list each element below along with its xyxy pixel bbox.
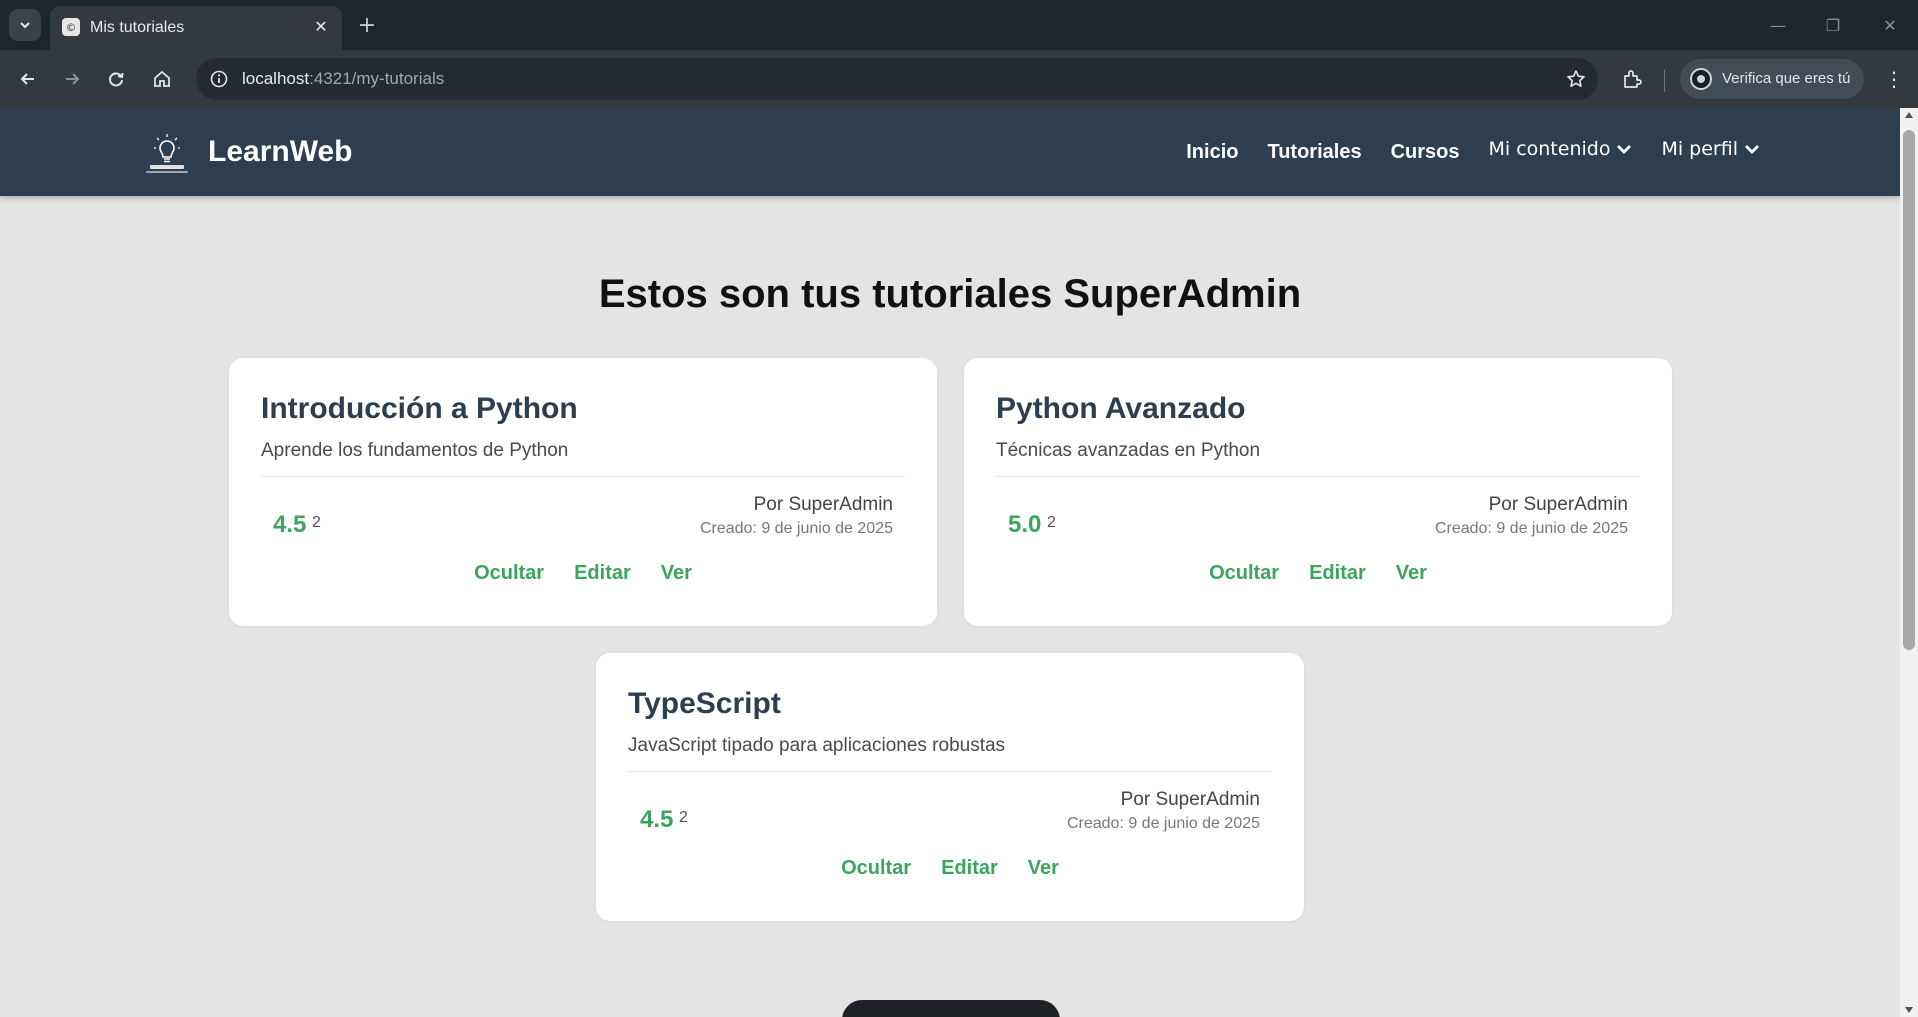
nav-tutoriales[interactable]: Tutoriales <box>1267 141 1361 164</box>
tutorial-title: Python Avanzado <box>996 392 1246 425</box>
tutorial-description: Técnicas avanzadas en Python <box>996 440 1261 461</box>
minimize-icon[interactable]: — <box>1758 8 1798 42</box>
tab-title: Mis tutoriales <box>90 19 185 36</box>
address-bar[interactable]: localhost:4321/my-tutorials <box>196 58 1598 100</box>
nav-cursos[interactable]: Cursos <box>1391 141 1460 164</box>
active-tab[interactable]: © Mis tutoriales ✕ <box>50 6 342 50</box>
page-scrollbar[interactable] <box>1900 108 1918 1017</box>
card-actions: Ocultar Editar Ver <box>229 562 937 585</box>
tutorial-card: Introducción a Python Aprende los fundam… <box>229 358 937 626</box>
nav-mi-perfil-dropdown[interactable]: Mi perfil <box>1661 138 1760 160</box>
tutorial-title: Introducción a Python <box>261 392 578 425</box>
hide-button[interactable]: Ocultar <box>1209 562 1279 585</box>
close-tab-icon[interactable]: ✕ <box>310 16 332 38</box>
page-title: Estos son tus tutoriales SuperAdmin <box>598 272 1302 316</box>
tutorial-author: Por SuperAdmin <box>753 494 893 515</box>
tutorial-author: Por SuperAdmin <box>1120 789 1260 810</box>
site-navbar: LearnWeb Inicio Tutoriales Cursos Mi con… <box>0 108 1900 196</box>
tutorial-created-date: Creado: 9 de junio de 2025 <box>1434 520 1628 537</box>
page-viewport: LearnWeb Inicio Tutoriales Cursos Mi con… <box>0 108 1900 1017</box>
scroll-up-arrow-icon[interactable] <box>1905 112 1913 118</box>
tab-search-chevron-icon[interactable] <box>9 9 41 41</box>
edit-button[interactable]: Editar <box>941 857 998 880</box>
extensions-icon[interactable] <box>1616 63 1648 95</box>
home-icon[interactable] <box>146 63 178 95</box>
browser-menu-icon[interactable]: ⋮ <box>1878 63 1910 95</box>
lightbulb-logo-icon <box>146 134 188 173</box>
chevron-down-icon <box>1617 145 1632 154</box>
tutorial-created-date: Creado: 9 de junio de 2025 <box>1066 815 1260 832</box>
tutorial-rating: 4.5 <box>273 511 307 538</box>
new-tab-icon[interactable]: + <box>352 10 382 40</box>
scroll-down-arrow-icon[interactable] <box>1905 1007 1913 1013</box>
url-text: localhost:4321/my-tutorials <box>242 69 445 88</box>
nav-mi-contenido-dropdown[interactable]: Mi contenido <box>1488 138 1632 160</box>
scroll-thumb[interactable] <box>1903 130 1915 650</box>
profile-label: Verifica que eres tú <box>1722 70 1851 87</box>
tutorial-title: TypeScript <box>628 687 781 720</box>
brand-name: LearnWeb <box>208 135 353 168</box>
reload-icon[interactable] <box>100 63 132 95</box>
main-nav: Inicio Tutoriales Cursos Mi contenido Mi… <box>1157 108 1760 196</box>
restore-icon[interactable]: ❐ <box>1813 8 1853 42</box>
edit-button[interactable]: Editar <box>574 562 631 585</box>
site-info-icon[interactable] <box>208 68 230 90</box>
card-actions: Ocultar Editar Ver <box>964 562 1672 585</box>
floating-dev-toolbar[interactable] <box>842 1000 1060 1017</box>
brand[interactable]: LearnWeb <box>142 128 352 176</box>
browser-tab-bar: © Mis tutoriales ✕ + — ❐ ✕ <box>0 0 1918 50</box>
view-button[interactable]: Ver <box>1396 562 1427 585</box>
card-divider <box>628 771 1272 772</box>
nav-mi-perfil-label: Mi perfil <box>1661 138 1738 160</box>
tutorial-created-date: Creado: 9 de junio de 2025 <box>699 520 893 537</box>
tab-favicon-icon: © <box>62 18 80 36</box>
view-button[interactable]: Ver <box>661 562 692 585</box>
tutorial-card: Python Avanzado Técnicas avanzadas en Py… <box>964 358 1672 626</box>
back-icon[interactable] <box>12 63 44 95</box>
tutorial-description: Aprende los fundamentos de Python <box>261 440 569 461</box>
card-divider <box>261 476 905 477</box>
chevron-down-icon <box>1745 145 1759 154</box>
nav-inicio[interactable]: Inicio <box>1186 141 1238 164</box>
nav-mi-contenido-label: Mi contenido <box>1488 138 1611 160</box>
tutorial-rating-count: 2 <box>679 809 688 826</box>
edit-button[interactable]: Editar <box>1309 562 1366 585</box>
forward-icon[interactable] <box>56 63 88 95</box>
profile-button[interactable]: Verifica que eres tú <box>1680 59 1864 99</box>
tutorial-card: TypeScript JavaScript tipado para aplica… <box>596 653 1304 921</box>
tutorial-author: Por SuperAdmin <box>1488 494 1628 515</box>
view-button[interactable]: Ver <box>1028 857 1059 880</box>
hide-button[interactable]: Ocultar <box>474 562 544 585</box>
tutorial-rating: 4.5 <box>640 806 674 833</box>
card-divider <box>996 476 1640 477</box>
hide-button[interactable]: Ocultar <box>841 857 911 880</box>
toolbar-separator <box>1664 70 1665 92</box>
bookmark-star-icon[interactable] <box>1564 67 1588 91</box>
card-actions: Ocultar Editar Ver <box>596 857 1304 880</box>
browser-toolbar: localhost:4321/my-tutorials Verifica que… <box>0 50 1918 109</box>
tutorial-rating: 5.0 <box>1008 511 1042 538</box>
tutorial-description: JavaScript tipado para aplicaciones robu… <box>628 735 1006 756</box>
profile-avatar-icon <box>1690 68 1712 90</box>
close-window-icon[interactable]: ✕ <box>1870 8 1910 42</box>
tutorial-rating-count: 2 <box>312 514 321 531</box>
tutorial-rating-count: 2 <box>1047 514 1056 531</box>
